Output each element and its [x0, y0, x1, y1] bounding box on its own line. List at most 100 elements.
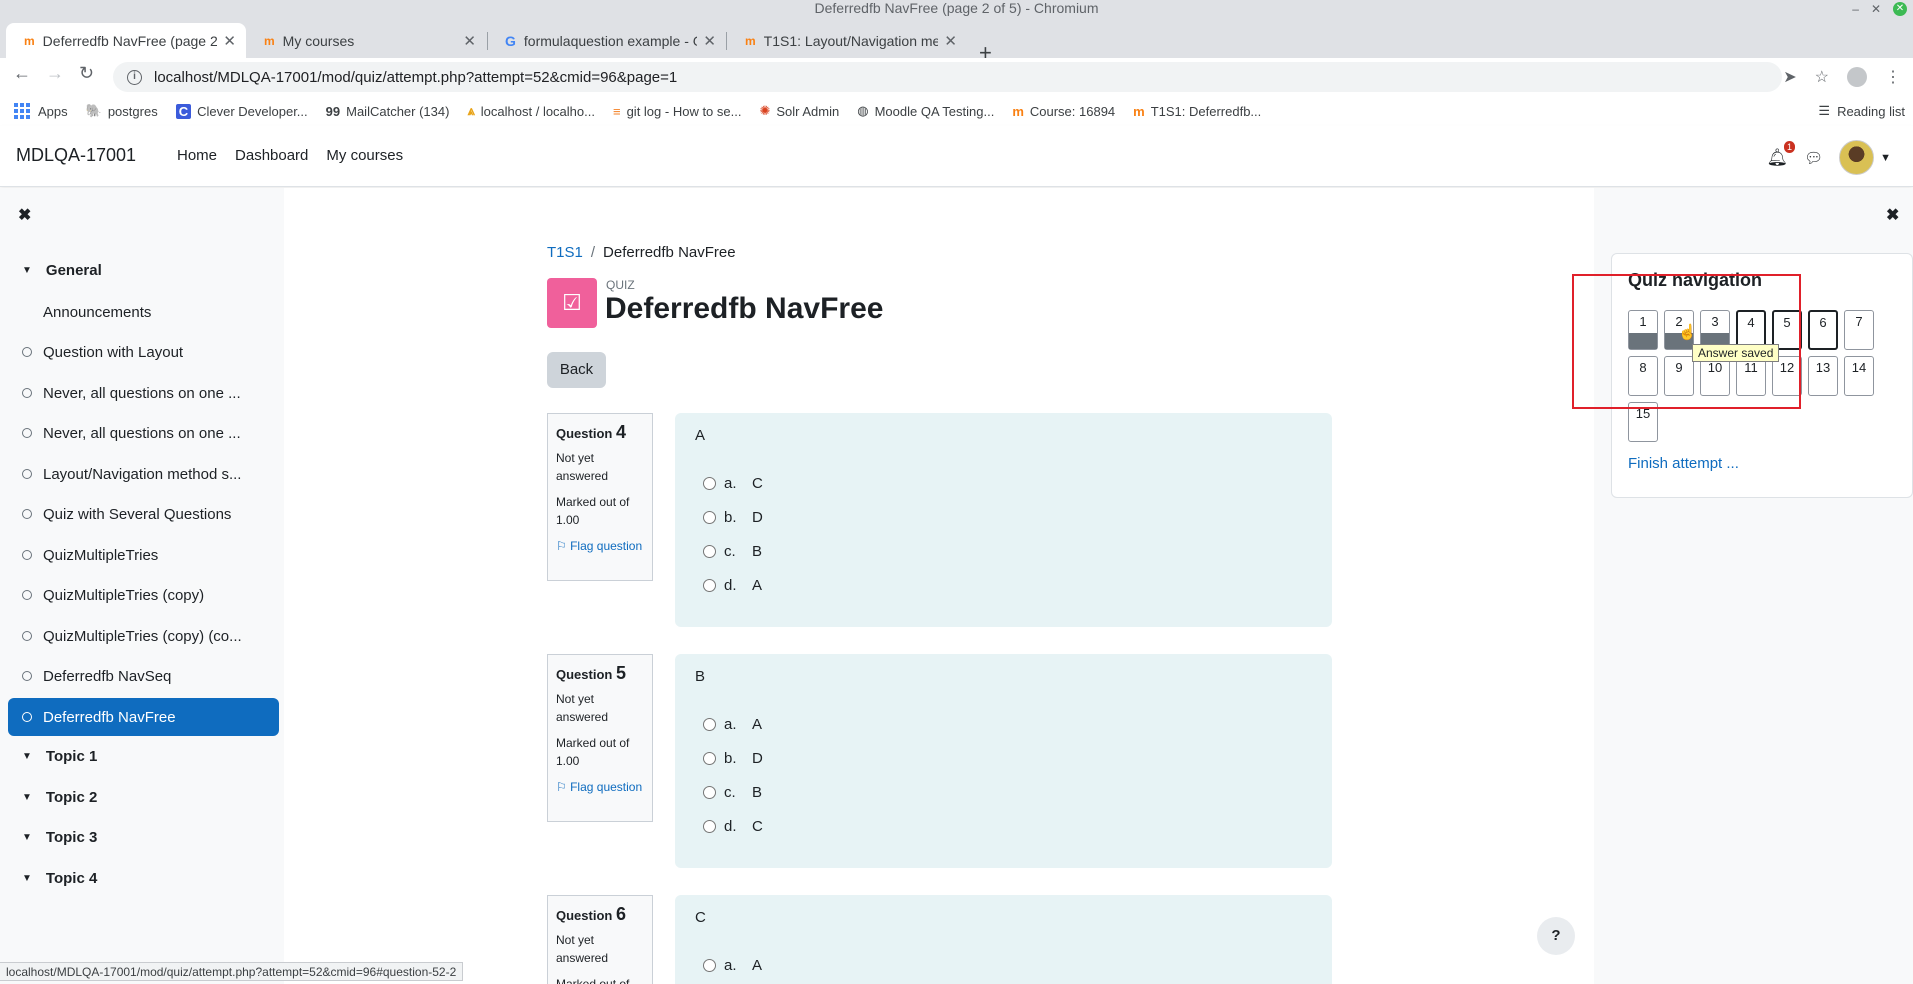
- section-topic-2[interactable]: ▼ Topic 2: [22, 789, 97, 806]
- tab-formulaquestion[interactable]: G formulaquestion example - Goo ✕: [487, 23, 726, 58]
- quiz-checkbox-icon: ☑: [547, 278, 597, 328]
- answer-option[interactable]: b. D: [695, 741, 1312, 775]
- bookmark-label: postgres: [107, 103, 158, 119]
- close-tab-icon[interactable]: ✕: [223, 32, 236, 50]
- item-label: Never, all questions on one ...: [43, 424, 241, 442]
- course-item[interactable]: Layout/Navigation method s...: [8, 455, 279, 493]
- answer-option[interactable]: a. A: [695, 948, 1312, 982]
- messages-chat-icon[interactable]: 💬︎: [1804, 149, 1823, 167]
- quiz-nav-button[interactable]: 7: [1844, 310, 1874, 350]
- reading-list[interactable]: ☰ Reading list: [1818, 96, 1905, 126]
- tab-quiz-attempt[interactable]: m Deferredfb NavFree (page 2 of ✕: [6, 23, 246, 58]
- send-icon[interactable]: ➤: [1783, 67, 1796, 87]
- bookmark-course[interactable]: m Course: 16894: [1012, 104, 1115, 119]
- chevron-down-icon: ▼: [22, 832, 32, 843]
- course-item[interactable]: Question with Layout: [8, 333, 279, 371]
- profile-icon[interactable]: [1847, 67, 1867, 87]
- address-bar[interactable]: i localhost/MDLQA-17001/mod/quiz/attempt…: [113, 62, 1782, 92]
- minimize-icon[interactable]: –: [1852, 1, 1859, 18]
- solr-icon: ✺: [759, 103, 771, 118]
- radio-button[interactable]: [703, 510, 716, 524]
- tab-my-courses[interactable]: m My courses ✕: [246, 23, 486, 58]
- close-tab-icon[interactable]: ✕: [703, 32, 716, 50]
- radio-button[interactable]: [703, 751, 716, 765]
- flag-icon: ⚐: [556, 539, 571, 553]
- bookmark-moodle-qa[interactable]: ◍ Moodle QA Testing...: [857, 103, 994, 119]
- breadcrumb-course-link[interactable]: T1S1: [547, 244, 583, 261]
- bookmark-localhost[interactable]: ⩓ localhost / localho...: [467, 103, 595, 119]
- list-icon: ☰: [1818, 103, 1831, 118]
- answer-option[interactable]: b. D: [695, 500, 1312, 534]
- bookmark-mailcatcher[interactable]: 99 MailCatcher (134): [326, 104, 450, 119]
- section-general[interactable]: ▼ General: [22, 262, 102, 279]
- reload-icon[interactable]: ↻: [79, 63, 94, 84]
- section-topic-1[interactable]: ▼ Topic 1: [22, 748, 97, 765]
- radio-button[interactable]: [703, 717, 716, 731]
- course-item[interactable]: QuizMultipleTries (copy): [8, 576, 279, 614]
- course-item[interactable]: Never, all questions on one ...: [8, 414, 279, 452]
- answer-option[interactable]: d. A: [695, 568, 1312, 602]
- tab-t1s1-layout[interactable]: m T1S1: Layout/Navigation metho ✕: [727, 23, 967, 58]
- finish-attempt-link[interactable]: Finish attempt ...: [1628, 455, 1739, 472]
- user-menu[interactable]: ▼: [1839, 140, 1891, 175]
- close-quiz-navigation-icon[interactable]: ✖: [1886, 205, 1899, 225]
- flag-question-link[interactable]: ⚐ Flag question: [556, 778, 644, 796]
- answer-option[interactable]: c. B: [695, 534, 1312, 568]
- reading-list-label: Reading list: [1837, 103, 1905, 119]
- radio-button[interactable]: [703, 785, 716, 799]
- flag-question-link[interactable]: ⚐ Flag question: [556, 537, 644, 555]
- bookmark-apps[interactable]: Apps: [14, 103, 68, 119]
- site-brand[interactable]: MDLQA-17001: [16, 145, 136, 166]
- course-item-active[interactable]: Deferredfb NavFree: [8, 698, 279, 736]
- nav-home[interactable]: Home: [177, 147, 217, 164]
- bookmark-label: Solr Admin: [776, 103, 840, 119]
- bookmark-solr-admin[interactable]: ✺ Solr Admin: [759, 103, 839, 119]
- question-content: A a. C b. D c. B d. A: [675, 413, 1332, 627]
- back-button[interactable]: Back: [547, 352, 606, 388]
- radio-button[interactable]: [703, 578, 716, 592]
- circle-icon: [22, 347, 32, 357]
- flag-icon: ⚐: [556, 780, 571, 794]
- question-info: Question 5 Not yet answered Marked out o…: [547, 654, 653, 822]
- course-item[interactable]: Quiz with Several Questions: [8, 495, 279, 533]
- close-tab-icon[interactable]: ✕: [463, 32, 476, 50]
- radio-button[interactable]: [703, 819, 716, 833]
- close-course-index-icon[interactable]: ✖: [18, 205, 31, 225]
- help-button[interactable]: ?: [1537, 917, 1575, 955]
- section-topic-4[interactable]: ▼ Topic 4: [22, 870, 97, 887]
- close-window-icon[interactable]: ✕: [1893, 2, 1907, 16]
- course-item[interactable]: QuizMultipleTries: [8, 536, 279, 574]
- bookmark-git-log[interactable]: ≡ git log - How to se...: [613, 104, 741, 119]
- tab-strip: m Deferredfb NavFree (page 2 of ✕ m My c…: [0, 18, 1913, 65]
- menu-kebab-icon[interactable]: ⋮: [1885, 67, 1901, 87]
- chevron-down-icon: ▼: [1880, 151, 1891, 164]
- nav-dashboard[interactable]: Dashboard: [235, 147, 308, 164]
- course-item-announcements[interactable]: Announcements: [8, 293, 279, 331]
- quiz-nav-button[interactable]: 14: [1844, 356, 1874, 396]
- course-item[interactable]: Never, all questions on one ...: [8, 374, 279, 412]
- bookmark-t1s1[interactable]: m T1S1: Deferredfb...: [1133, 104, 1261, 119]
- circle-icon: [22, 671, 32, 681]
- forward-arrow-icon[interactable]: →: [46, 63, 64, 84]
- back-arrow-icon[interactable]: ←: [13, 63, 31, 84]
- star-icon[interactable]: ☆: [1815, 67, 1829, 87]
- info-icon[interactable]: i: [127, 69, 142, 85]
- answer-option[interactable]: a. C: [695, 466, 1312, 500]
- close-tab-icon[interactable]: ✕: [944, 32, 957, 50]
- course-item[interactable]: QuizMultipleTries (copy) (co...: [8, 617, 279, 655]
- bookmark-postgres[interactable]: 🐘 postgres: [86, 103, 158, 119]
- course-item[interactable]: Deferredfb NavSeq: [8, 657, 279, 695]
- section-topic-3[interactable]: ▼ Topic 3: [22, 829, 97, 846]
- bookmark-clever-developer[interactable]: C Clever Developer...: [175, 103, 308, 119]
- answer-option[interactable]: d. C: [695, 809, 1312, 843]
- quiz-nav-button[interactable]: 6: [1808, 310, 1838, 350]
- nav-my-courses[interactable]: My courses: [326, 147, 403, 164]
- maximize-icon[interactable]: ✕: [1871, 1, 1881, 18]
- notifications-bell-icon[interactable]: 🔔︎ 1: [1766, 140, 1796, 168]
- answer-option[interactable]: c. B: [695, 775, 1312, 809]
- quiz-nav-button[interactable]: 13: [1808, 356, 1838, 396]
- radio-button[interactable]: [703, 544, 716, 558]
- answer-option[interactable]: a. A: [695, 707, 1312, 741]
- radio-button[interactable]: [703, 958, 716, 972]
- radio-button[interactable]: [703, 476, 716, 490]
